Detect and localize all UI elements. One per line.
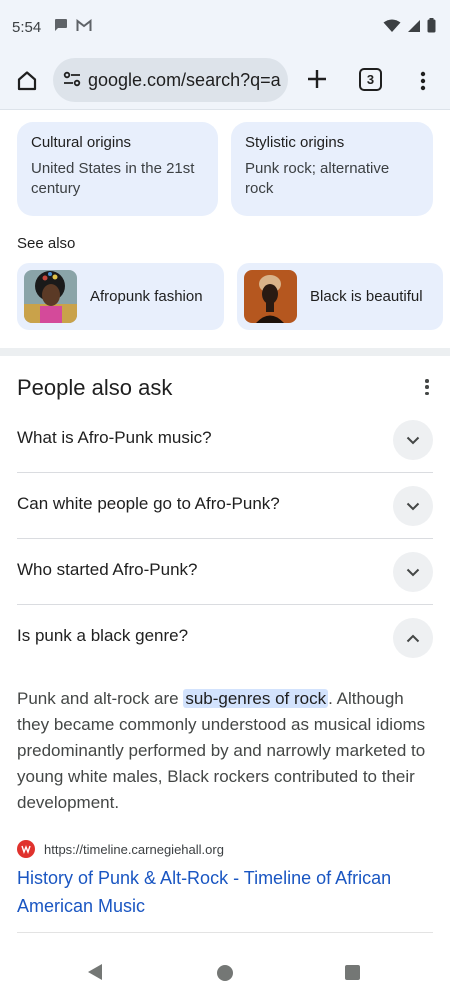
- home-button[interactable]: [12, 66, 42, 96]
- question-text: Who started Afro-Punk?: [17, 560, 198, 579]
- question-text: Is punk a black genre?: [17, 626, 189, 645]
- see-also-label: Afropunk fashion: [90, 288, 203, 305]
- origin-title: Cultural origins: [31, 134, 132, 151]
- question-text: What is Afro-Punk music?: [17, 428, 212, 447]
- more-vert-icon: [420, 71, 426, 91]
- plus-icon: [308, 70, 326, 88]
- origin-title: Stylistic origins: [245, 134, 345, 151]
- answer-text: Punk and alt-rock are: [17, 689, 184, 708]
- system-navigation-bar: [0, 945, 450, 1000]
- url-text: google.com/search?q=a: [88, 70, 281, 90]
- status-bar: 5:54: [0, 0, 450, 54]
- tab-switcher-button[interactable]: 3: [359, 68, 382, 91]
- status-time: 5:54: [12, 19, 42, 36]
- people-also-ask-heading: People also ask: [17, 375, 173, 400]
- paa-question-expanded[interactable]: Is punk a black genre?: [17, 605, 433, 671]
- result-link[interactable]: History of Punk & Alt-Rock - Timeline of…: [17, 864, 427, 920]
- origin-value: Punk rock; alternative rock: [245, 160, 390, 197]
- home-nav-icon[interactable]: [217, 965, 233, 981]
- black-is-beautiful-thumbnail: [244, 270, 297, 323]
- address-bar[interactable]: google.com/search?q=a: [53, 58, 288, 102]
- chat-bubble-icon: [54, 18, 68, 37]
- gmail-icon: [76, 18, 92, 37]
- chevron-down-icon[interactable]: [393, 486, 433, 526]
- recents-icon[interactable]: [345, 965, 360, 980]
- chevron-down-icon[interactable]: [393, 420, 433, 460]
- chevron-up-icon[interactable]: [393, 618, 433, 658]
- afropunk-fashion-thumbnail: [24, 270, 77, 323]
- wifi-icon: [383, 19, 401, 38]
- tab-count: 3: [366, 72, 375, 87]
- notification-icons: [54, 18, 92, 37]
- more-options-icon[interactable]: [420, 377, 434, 397]
- cultural-origins-card: Cultural origins United States in the 21…: [17, 122, 218, 216]
- source-row[interactable]: https://timeline.carnegiehall.org: [17, 840, 224, 858]
- paa-question[interactable]: What is Afro-Punk music?: [17, 407, 433, 473]
- section-divider: [0, 348, 450, 356]
- site-settings-icon[interactable]: [63, 70, 81, 93]
- origin-value: United States in the 21st century: [31, 160, 195, 197]
- stylistic-origins-card: Stylistic origins Punk rock; alternative…: [231, 122, 433, 216]
- source-url: https://timeline.carnegiehall.org: [44, 841, 224, 857]
- divider: [17, 932, 433, 933]
- see-also-item-black-is-beautiful[interactable]: Black is beautiful: [237, 263, 443, 330]
- chevron-down-icon[interactable]: [393, 552, 433, 592]
- site-favicon-icon: [17, 840, 35, 858]
- paa-answer: Punk and alt-rock are sub-genres of rock…: [17, 686, 437, 816]
- new-tab-button[interactable]: [302, 64, 332, 94]
- back-icon[interactable]: [87, 963, 103, 986]
- home-icon: [17, 71, 37, 91]
- battery-icon: [427, 18, 436, 38]
- see-also-label: Black is beautiful: [310, 288, 423, 305]
- signal-icon: [407, 19, 421, 38]
- see-also-heading: See also: [17, 235, 76, 252]
- browser-menu-button[interactable]: [413, 66, 433, 96]
- paa-question[interactable]: Who started Afro-Punk?: [17, 539, 433, 605]
- see-also-item-afropunk-fashion[interactable]: Afropunk fashion: [17, 263, 224, 330]
- system-icons: [383, 18, 436, 38]
- browser-toolbar: google.com/search?q=a 3: [0, 54, 450, 110]
- answer-highlight: sub-genres of rock: [183, 689, 329, 708]
- paa-question[interactable]: Can white people go to Afro-Punk?: [17, 473, 433, 539]
- question-text: Can white people go to Afro-Punk?: [17, 494, 280, 513]
